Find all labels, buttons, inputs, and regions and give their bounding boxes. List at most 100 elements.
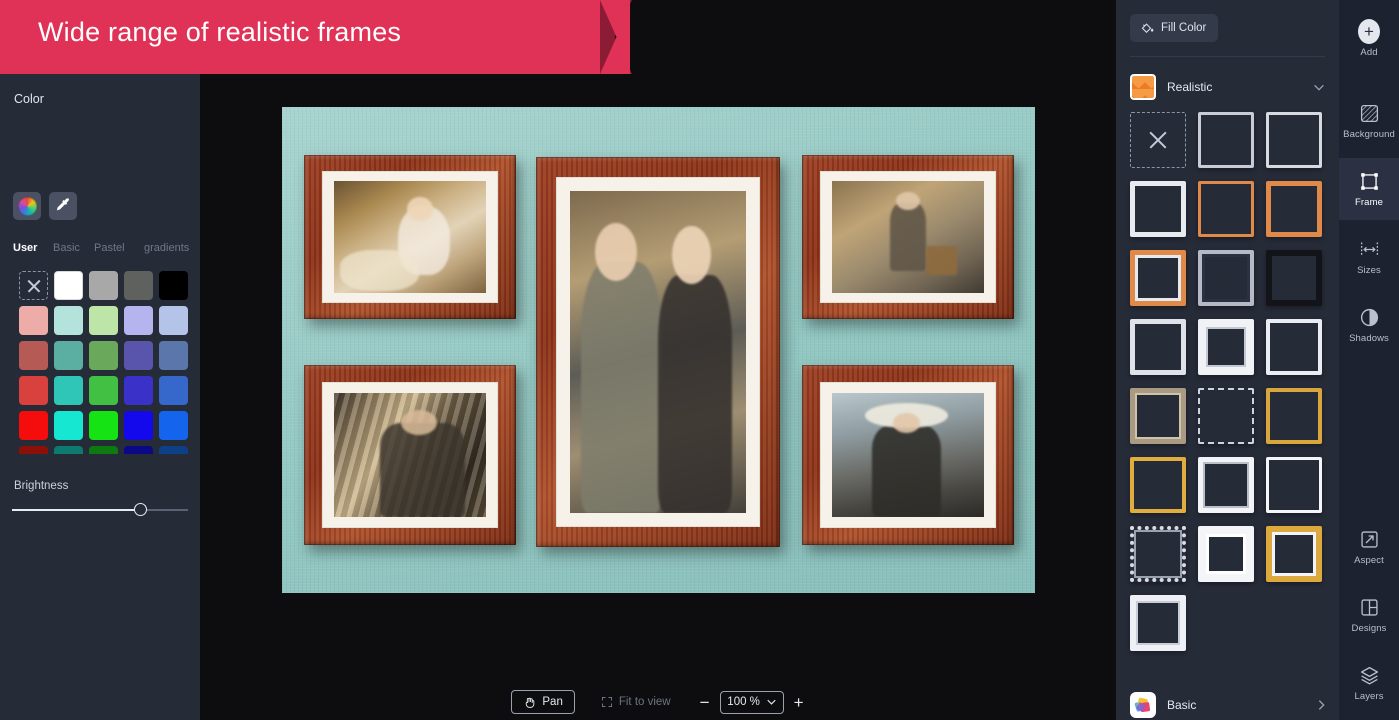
color-swatch[interactable] — [89, 411, 118, 440]
chevron-right-icon[interactable] — [1318, 699, 1325, 711]
tab-user[interactable]: User — [13, 242, 53, 254]
color-swatch[interactable] — [54, 446, 83, 454]
frame-black-bevel[interactable] — [1266, 250, 1322, 306]
framed-photo-boy[interactable] — [802, 155, 1014, 319]
color-swatch-cell[interactable] — [86, 408, 121, 443]
color-swatch[interactable] — [159, 411, 188, 440]
color-swatch[interactable] — [159, 376, 188, 405]
frame-white-slab[interactable] — [1130, 319, 1186, 375]
frame-orange-medium[interactable] — [1266, 181, 1322, 237]
color-swatch[interactable] — [54, 271, 83, 300]
framed-photo-woman-blonde[interactable] — [304, 155, 516, 319]
color-swatch-cell[interactable] — [156, 373, 191, 408]
artboard[interactable] — [282, 107, 1035, 593]
frame-white-slim[interactable] — [1266, 319, 1322, 375]
color-swatch[interactable] — [124, 446, 153, 454]
color-swatch-cell[interactable] — [16, 303, 51, 338]
color-swatch-cell[interactable] — [156, 338, 191, 373]
frame-thin-white-2[interactable] — [1266, 112, 1322, 168]
brightness-slider[interactable] — [12, 502, 188, 518]
color-swatch[interactable] — [89, 306, 118, 335]
frame-white-thick[interactable] — [1198, 319, 1254, 375]
color-swatch-cell[interactable] — [121, 268, 156, 303]
color-swatch-none[interactable] — [19, 271, 48, 300]
canvas-area[interactable] — [200, 0, 1116, 720]
chevron-down-icon[interactable] — [1313, 84, 1325, 91]
color-swatch-cell[interactable] — [16, 373, 51, 408]
color-swatch-cell[interactable] — [156, 408, 191, 443]
color-swatch-cell[interactable] — [51, 373, 86, 408]
color-swatch[interactable] — [19, 341, 48, 370]
color-swatch[interactable] — [124, 306, 153, 335]
toolbar-item-layers[interactable]: Layers — [1339, 652, 1399, 714]
frame-stamp-edge[interactable] — [1130, 526, 1186, 582]
frame-gold-medium[interactable] — [1130, 457, 1186, 513]
color-swatch-cell[interactable] — [86, 268, 121, 303]
color-swatch-cell[interactable] — [16, 268, 51, 303]
color-swatch[interactable] — [159, 271, 188, 300]
color-swatch-cell[interactable] — [86, 338, 121, 373]
toolbar-item-aspect[interactable]: Aspect — [1339, 516, 1399, 578]
color-swatch[interactable] — [124, 376, 153, 405]
frame-thin-white[interactable] — [1198, 112, 1254, 168]
color-swatch-cell[interactable] — [51, 268, 86, 303]
color-swatch[interactable] — [19, 446, 48, 454]
color-swatch[interactable] — [89, 446, 118, 454]
eyedropper-button[interactable] — [49, 192, 77, 220]
color-swatch-cell[interactable] — [156, 303, 191, 338]
slider-knob[interactable] — [133, 503, 147, 516]
color-swatch[interactable] — [124, 271, 153, 300]
frame-dashed-corners[interactable] — [1198, 388, 1254, 444]
toolbar-item-shadows[interactable]: Shadows — [1339, 294, 1399, 356]
color-swatch[interactable] — [159, 446, 188, 454]
zoom-level-select[interactable]: 100 % — [719, 690, 784, 714]
color-swatch-cell[interactable] — [16, 408, 51, 443]
color-swatch[interactable] — [54, 411, 83, 440]
framed-photo-couple[interactable] — [536, 157, 780, 547]
frame-none[interactable] — [1130, 112, 1186, 168]
color-swatch-cell[interactable] — [121, 338, 156, 373]
color-swatch-cell[interactable] — [121, 373, 156, 408]
color-swatch-cell[interactable] — [16, 443, 51, 454]
color-swatch[interactable] — [159, 306, 188, 335]
toolbar-item-add[interactable]: + Add — [1339, 8, 1399, 70]
zoom-out-button[interactable]: − — [699, 694, 711, 711]
color-swatch-cell[interactable] — [16, 338, 51, 373]
category-basic[interactable]: Basic — [1130, 686, 1325, 720]
color-swatch[interactable] — [124, 411, 153, 440]
color-swatch[interactable] — [54, 306, 83, 335]
frame-white-medium[interactable] — [1130, 181, 1186, 237]
pan-button[interactable]: Pan — [511, 690, 575, 714]
frame-grey-double[interactable] — [1198, 250, 1254, 306]
zoom-in-button[interactable]: + — [793, 694, 805, 711]
frame-white-mat-thick[interactable] — [1198, 526, 1254, 582]
tab-pastel[interactable]: Pastel — [94, 242, 144, 254]
color-swatch[interactable] — [159, 341, 188, 370]
category-realistic[interactable]: Realistic — [1130, 68, 1325, 106]
tab-basic[interactable]: Basic — [53, 242, 94, 254]
toolbar-item-background[interactable]: Background — [1339, 90, 1399, 152]
frame-tan-woven[interactable] — [1130, 388, 1186, 444]
framed-photo-woman-hat[interactable] — [802, 365, 1014, 545]
color-wheel-button[interactable] — [13, 192, 41, 220]
color-swatch[interactable] — [19, 306, 48, 335]
color-swatch-cell[interactable] — [156, 443, 191, 454]
frame-orange-thin[interactable] — [1198, 181, 1254, 237]
frame-orange-white-combo[interactable] — [1130, 250, 1186, 306]
tab-gradients[interactable]: gradients — [144, 242, 189, 254]
color-swatch[interactable] — [19, 411, 48, 440]
frame-white-outline[interactable] — [1266, 457, 1322, 513]
frame-white-final[interactable] — [1130, 595, 1186, 651]
color-swatch-cell[interactable] — [51, 408, 86, 443]
color-swatch-cell[interactable] — [51, 338, 86, 373]
color-swatch-cell[interactable] — [51, 303, 86, 338]
fill-color-button[interactable]: Fill Color — [1130, 14, 1219, 42]
frame-white-box[interactable] — [1198, 457, 1254, 513]
color-swatch-cell[interactable] — [86, 373, 121, 408]
toolbar-item-designs[interactable]: Designs — [1339, 584, 1399, 646]
color-swatch-cell[interactable] — [121, 303, 156, 338]
framed-photo-man-blinds[interactable] — [304, 365, 516, 545]
color-swatch[interactable] — [54, 376, 83, 405]
frame-gold-bevel[interactable] — [1266, 526, 1322, 582]
color-swatch-cell[interactable] — [156, 268, 191, 303]
